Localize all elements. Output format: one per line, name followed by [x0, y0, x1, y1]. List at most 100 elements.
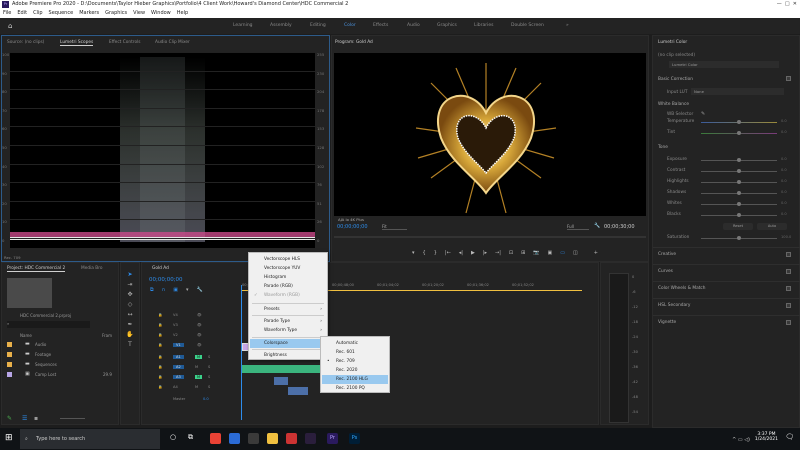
input-lut-dropdown[interactable]: None	[691, 88, 784, 95]
workspace-overflow[interactable]: »	[566, 23, 569, 28]
thumbnail-size-slider[interactable]	[60, 418, 85, 419]
list-view-icon[interactable]: ☰	[22, 415, 27, 422]
workspace-learning[interactable]: Learning	[233, 23, 253, 28]
notifications-icon[interactable]: 🗨	[785, 433, 794, 441]
menu-edit[interactable]: Edit	[17, 9, 27, 18]
menu-sequence[interactable]: Sequence	[49, 9, 74, 18]
home-icon[interactable]: ⌂	[8, 22, 12, 30]
cortana-icon[interactable]: ○	[170, 433, 176, 441]
col-name[interactable]: Name	[20, 333, 32, 338]
project-item[interactable]: ▬ Sequences	[7, 361, 117, 369]
menu-clip[interactable]: Clip	[33, 9, 42, 18]
add-button-icon[interactable]: +	[594, 250, 598, 256]
photoshop-taskbar-icon[interactable]: Ps	[349, 433, 360, 444]
white-balance-header[interactable]: White Balance	[658, 102, 689, 107]
project-item[interactable]: ▣ Camp Lost 29.9	[7, 371, 117, 379]
context-menu-item[interactable]: Presets ›	[250, 305, 326, 314]
program-video[interactable]	[334, 53, 646, 216]
wrench-icon[interactable]: 🔧	[594, 223, 600, 229]
mute-button[interactable]: M	[195, 365, 198, 369]
solo-button[interactable]: S	[208, 355, 210, 359]
lock-icon[interactable]: 🔒	[158, 323, 162, 327]
saturation-value[interactable]: 100.0	[781, 235, 791, 239]
mark-in-icon[interactable]: {	[423, 250, 426, 256]
lock-icon[interactable]: 🔒	[158, 375, 162, 379]
insert-icon[interactable]: ⊡	[509, 250, 513, 256]
track-select-icon[interactable]: ⇥	[127, 281, 132, 288]
lock-icon[interactable]: 🔒	[158, 313, 162, 317]
tab-effect-controls[interactable]: Effect Controls	[109, 40, 141, 45]
audio-clip-a2[interactable]	[274, 377, 288, 385]
section-header[interactable]: Color Wheels & Match	[658, 286, 705, 291]
lumetri-preset-field[interactable]: Lumetri Color	[669, 61, 779, 68]
tone-slider-value[interactable]: 0.0	[781, 212, 787, 216]
app-taskbar-icon[interactable]	[286, 433, 297, 444]
window-controls[interactable]: — □ ✕	[777, 0, 797, 9]
slider-knob[interactable]	[737, 120, 741, 124]
type-icon[interactable]: T	[128, 341, 132, 348]
clip-selector[interactable]: (no clip selected)	[658, 53, 695, 58]
context-menu-item[interactable]: Colorspace›	[250, 339, 326, 348]
tone-slider-value[interactable]: 0.0	[781, 157, 787, 161]
sequence-tab[interactable]: Gold Ad	[152, 266, 169, 271]
tab-source[interactable]: Source: (no clips)	[7, 40, 44, 45]
tab-audio-clip-mixer[interactable]: Audio Clip Mixer	[155, 40, 190, 45]
mute-button[interactable]: M	[195, 375, 203, 379]
colorspace-option[interactable]: Automatic	[322, 339, 388, 348]
audio-track-label[interactable]: A2	[173, 365, 184, 369]
add-marker-icon[interactable]: ▾	[186, 287, 189, 293]
tone-header[interactable]: Tone	[658, 145, 668, 150]
menu-view[interactable]: View	[133, 9, 145, 18]
solo-button[interactable]: S	[208, 375, 210, 379]
context-menu-item[interactable]: Vectorscope YUV	[250, 264, 326, 273]
section-enable-checkbox[interactable]	[786, 252, 791, 257]
audio-track-label[interactable]: A4	[173, 385, 178, 389]
settings-wrench-icon[interactable]: 🔧	[197, 287, 203, 293]
step-forward-icon[interactable]: |▸	[483, 250, 487, 256]
context-menu-item[interactable]: Waveform (RGB) ✓	[250, 291, 326, 300]
basic-correction-checkbox[interactable]	[786, 76, 791, 81]
tone-slider[interactable]	[701, 158, 777, 162]
section-header[interactable]: Curves	[658, 269, 673, 274]
master-volume-value[interactable]: 0.0	[203, 397, 209, 401]
razor-icon[interactable]: ◇	[128, 301, 133, 308]
tone-slider[interactable]	[701, 202, 777, 206]
linked-icon[interactable]: ▣	[173, 287, 178, 293]
section-enable-checkbox[interactable]	[786, 303, 791, 308]
audio-track-label[interactable]: A3	[173, 375, 184, 379]
video-track-label[interactable]: V1	[173, 343, 184, 347]
tone-slider[interactable]	[701, 213, 777, 217]
program-scrubber[interactable]	[334, 236, 646, 238]
project-search-input[interactable]: ⌕	[7, 321, 90, 328]
project-item[interactable]: ▬ Footage	[7, 351, 117, 359]
timeline-timecode[interactable]: 00;00;00;00	[149, 277, 183, 283]
wb-slider-value[interactable]: 0.0	[781, 130, 787, 134]
video-track-label[interactable]: V4	[173, 313, 178, 317]
tone-slider-value[interactable]: 0.0	[781, 179, 787, 183]
video-track-label[interactable]: V3	[173, 323, 178, 327]
wb-slider[interactable]	[701, 131, 777, 135]
context-menu-item[interactable]: Waveform Type ›	[250, 326, 326, 335]
waveform-scope[interactable]	[10, 52, 315, 248]
program-timecode[interactable]: 00;00;00;00	[337, 224, 368, 230]
menu-graphics[interactable]: Graphics	[105, 9, 127, 18]
lock-icon[interactable]: 🔒	[158, 343, 162, 347]
ripple-edit-icon[interactable]: ✥	[127, 291, 132, 298]
eye-icon[interactable]: 👁	[197, 313, 202, 317]
overwrite-icon[interactable]: ⊞	[521, 250, 525, 256]
edge-taskbar-icon[interactable]	[229, 433, 240, 444]
eyedropper-icon[interactable]: ✎	[701, 111, 705, 117]
colorspace-option[interactable]: Rec. 2020	[322, 366, 388, 375]
selection-tool-icon[interactable]: ➤	[127, 271, 132, 278]
basic-correction-header[interactable]: Basic Correction	[658, 77, 693, 82]
tab-media-browser[interactable]: Media Bro	[81, 266, 103, 271]
slider-knob[interactable]	[737, 191, 741, 195]
workspace-assembly[interactable]: Assembly	[270, 23, 292, 28]
slider-knob[interactable]	[737, 131, 741, 135]
playhead[interactable]	[241, 285, 242, 420]
saturation-slider[interactable]	[701, 236, 777, 240]
marker-icon[interactable]: ▾	[412, 250, 415, 256]
colorspace-option[interactable]: Rec. 2100 HLG	[322, 375, 388, 384]
slider-knob[interactable]	[737, 158, 741, 162]
solo-button[interactable]: S	[208, 385, 210, 389]
